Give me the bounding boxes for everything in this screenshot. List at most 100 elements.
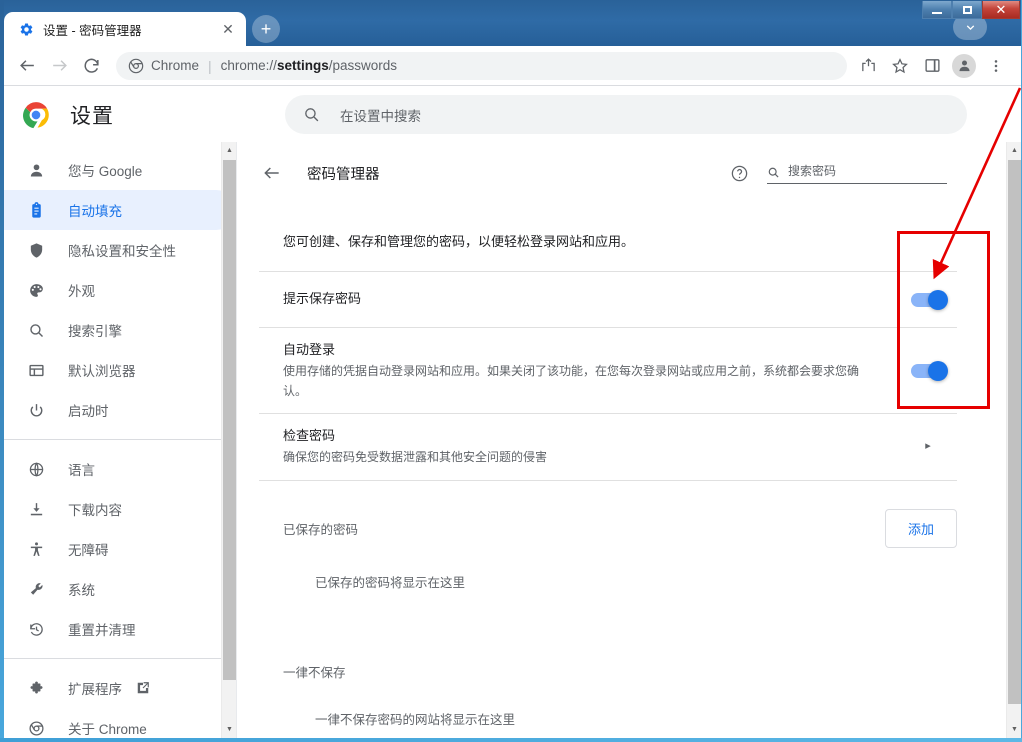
share-button[interactable] <box>853 51 883 81</box>
saved-passwords-header: 已保存的密码 添加 <box>259 481 957 558</box>
scroll-up-arrow-icon[interactable]: ▲ <box>1007 142 1021 159</box>
page-title: 设置 <box>70 104 114 128</box>
maximize-button[interactable] <box>952 1 982 19</box>
password-manager-title: 密码管理器 <box>307 166 380 183</box>
chevron-right-icon[interactable]: ▸ <box>925 441 931 452</box>
scheme-label: Chrome <box>151 58 200 73</box>
profile-button[interactable] <box>949 51 979 81</box>
sidebar-item-languages[interactable]: 语言 <box>4 449 236 489</box>
sidebar-divider-2 <box>4 658 222 659</box>
row-text: 自动登录 使用存储的凭据自动登录网站和应用。如果关闭了该功能，在您每次登录网站或… <box>283 328 899 413</box>
scrollbar-thumb[interactable] <box>223 160 236 680</box>
accessibility-icon <box>26 539 46 559</box>
settings-header: 设置 在设置中搜索 <box>4 87 1021 142</box>
sidebar-item-accessibility[interactable]: 无障碍 <box>4 529 236 569</box>
row-control: ▸ <box>899 441 957 452</box>
scrollbar-thumb[interactable] <box>1008 160 1021 704</box>
sidebar-item-on-startup[interactable]: 启动时 <box>4 390 236 430</box>
new-tab-button[interactable]: + <box>252 15 280 43</box>
row-text: 提示保存密码 <box>283 277 899 321</box>
sidebar-item-label: 系统 <box>68 583 95 598</box>
search-icon <box>26 320 46 340</box>
window-frame-bottom <box>0 738 1022 742</box>
settings-search-placeholder: 在设置中搜索 <box>340 108 421 124</box>
sidebar-item-label: 搜索引擎 <box>68 324 122 339</box>
minimize-button[interactable] <box>922 1 952 19</box>
power-icon <box>26 400 46 420</box>
sidebar-item-autofill[interactable]: 自动填充 <box>4 190 236 230</box>
puzzle-icon <box>26 678 46 698</box>
palette-icon <box>26 280 46 300</box>
sidebar-item-label: 自动填充 <box>68 204 122 219</box>
row-title: 提示保存密码 <box>283 291 362 307</box>
never-saved-empty-text: 一律不保存密码的网站将显示在这里 <box>315 712 516 727</box>
side-panel-button[interactable] <box>917 51 947 81</box>
tab-settings[interactable]: 设置 - 密码管理器 ✕ <box>4 12 246 46</box>
sidebar-item-default-browser[interactable]: 默认浏览器 <box>4 350 236 390</box>
share-icon <box>861 58 875 72</box>
sidebar-divider-1 <box>4 439 222 440</box>
row-auto-signin[interactable]: 自动登录 使用存储的凭据自动登录网站和应用。如果关闭了该功能，在您每次登录网站或… <box>259 328 957 415</box>
sidebar-item-about-chrome[interactable]: 关于 Chrome <box>4 708 236 738</box>
sidebar-item-appearance[interactable]: 外观 <box>4 270 236 310</box>
chrome-logo-icon <box>22 101 50 129</box>
url-text: chrome://settings/passwords <box>221 58 397 73</box>
auto-signin-toggle[interactable] <box>911 360 948 381</box>
main-scrollbar[interactable]: ▲ ▼ <box>1006 142 1021 738</box>
scroll-up-arrow-icon[interactable]: ▲ <box>222 142 236 159</box>
browser-window-icon <box>26 360 46 380</box>
never-saved-title: 一律不保存 <box>283 666 346 681</box>
settings-search-input[interactable]: 在设置中搜索 <box>285 95 967 134</box>
row-check-passwords[interactable]: 检查密码 确保您的密码免受数据泄露和其他安全问题的侵害 ▸ <box>259 414 957 481</box>
window-frame-left <box>0 0 4 742</box>
reload-button[interactable] <box>76 51 106 81</box>
search-icon <box>303 106 320 123</box>
tab-title: 设置 - 密码管理器 <box>43 23 142 38</box>
sidebar-item-downloads[interactable]: 下载内容 <box>4 489 236 529</box>
bookmark-button[interactable] <box>885 51 915 81</box>
chrome-icon <box>128 58 144 73</box>
sidebar-item-label: 隐私设置和安全性 <box>68 244 176 259</box>
external-link-icon <box>136 681 150 695</box>
arrow-right-icon <box>52 60 67 71</box>
sidebar-item-system[interactable]: 系统 <box>4 569 236 609</box>
scroll-down-arrow-icon[interactable]: ▼ <box>1007 721 1021 738</box>
sidebar-item-label: 重置并清理 <box>68 623 136 638</box>
site-identity: Chrome <box>128 58 199 74</box>
url-suffix: /passwords <box>328 58 397 73</box>
sidebar-item-extensions[interactable]: 扩展程序 <box>4 668 236 708</box>
offer-to-save-passwords-toggle[interactable] <box>911 289 948 310</box>
row-offer-to-save-passwords[interactable]: 提示保存密码 <box>259 272 957 328</box>
toggle-knob <box>928 360 948 381</box>
tab-strip: 设置 - 密码管理器 ✕ + <box>4 12 280 46</box>
add-password-button[interactable]: 添加 <box>884 508 957 548</box>
close-button[interactable]: ✕ <box>982 1 1020 19</box>
sidebar-item-search-engine[interactable]: 搜索引擎 <box>4 310 236 350</box>
sidebar-item-label: 默认浏览器 <box>68 364 136 379</box>
help-button[interactable] <box>727 161 751 185</box>
sidebar-item-label: 关于 Chrome <box>68 722 147 737</box>
password-manager-description: 您可创建、保存和管理您的密码，以便轻松登录网站和应用。 <box>259 204 957 272</box>
sidebar-scrollbar[interactable]: ▲ ▼ <box>221 142 236 738</box>
row-text: 检查密码 确保您的密码免受数据泄露和其他安全问题的侵害 <box>283 414 899 480</box>
sidebar-item-privacy-security[interactable]: 隐私设置和安全性 <box>4 230 236 270</box>
restore-icon <box>26 619 46 639</box>
chrome-menu-button[interactable] <box>981 51 1011 81</box>
scroll-down-arrow-icon[interactable]: ▼ <box>222 721 236 738</box>
sidebar-item-you-and-google[interactable]: 您与 Google <box>4 150 236 190</box>
address-bar[interactable]: Chrome | chrome://settings/passwords <box>116 51 847 80</box>
sidebar-item-label: 外观 <box>68 284 95 299</box>
password-manager-panel: 密码管理器 搜索密码 您可创建、保存和管理您的密码，以便轻松登录网站和应用。 提… <box>236 142 1021 738</box>
tab-close-icon[interactable]: ✕ <box>220 21 236 37</box>
omnibox-separator: | <box>208 57 212 74</box>
nav-forward-button[interactable] <box>44 51 74 81</box>
shield-icon <box>26 240 46 260</box>
password-search-input[interactable]: 搜索密码 <box>767 162 947 184</box>
sidebar-item-label: 无障碍 <box>68 543 109 558</box>
row-title: 自动登录 <box>283 342 336 357</box>
arrow-left-icon <box>19 60 34 71</box>
wrench-icon <box>26 579 46 599</box>
sidebar-item-reset-cleanup[interactable]: 重置并清理 <box>4 609 236 649</box>
nav-back-button[interactable] <box>12 51 42 81</box>
back-button[interactable] <box>259 160 285 186</box>
